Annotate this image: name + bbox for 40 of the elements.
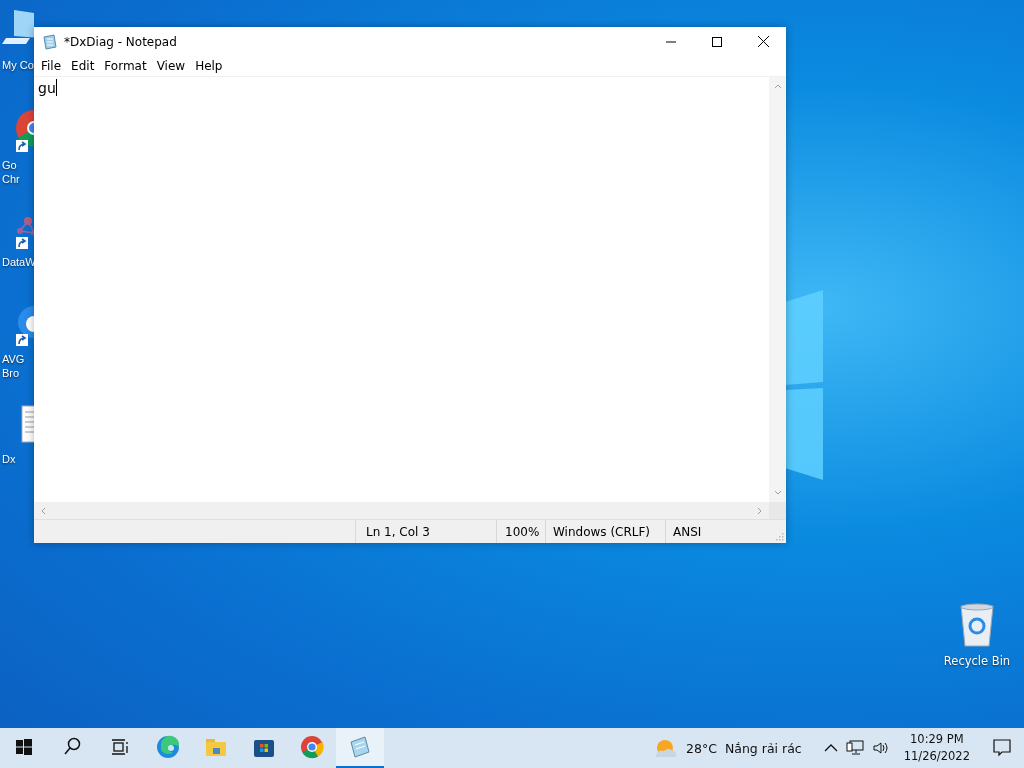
status-text: Windows (CRLF) xyxy=(546,520,666,543)
chevron-up-icon[interactable] xyxy=(823,743,838,753)
desktop-icon-label: DataW xyxy=(2,255,36,269)
notepad-button[interactable] xyxy=(336,728,384,768)
menu-item[interactable]: Help xyxy=(190,59,228,73)
menu-item[interactable]: Format xyxy=(99,59,152,73)
clock-time[interactable]: 10:29 PM xyxy=(910,731,964,748)
scroll-down-icon[interactable] xyxy=(773,490,782,496)
network-icon[interactable] xyxy=(845,740,864,756)
temperature-text[interactable]: 28°C xyxy=(686,740,717,756)
recycle-bin-icon[interactable] xyxy=(957,602,997,648)
weather-condition-text[interactable]: Nắng rải rác xyxy=(724,740,802,756)
scroll-up-icon[interactable] xyxy=(773,83,782,89)
chrome-icon xyxy=(299,734,325,760)
status-text: ANSI xyxy=(672,523,703,541)
vertical-scrollbar[interactable] xyxy=(769,77,786,502)
status-text: Ln 1, Col 3 xyxy=(356,520,497,543)
clock-date[interactable]: 11/26/2022 xyxy=(903,748,970,765)
horizontal-scrollbar[interactable] xyxy=(34,502,769,519)
notepad-icon xyxy=(347,734,373,760)
notification-icon[interactable] xyxy=(992,738,1012,758)
resize-grip-icon[interactable] xyxy=(774,531,784,541)
scroll-right-icon[interactable] xyxy=(757,506,763,515)
desktop-icon-label: Go Chr xyxy=(2,158,20,186)
window-title: *DxDiag - Notepad xyxy=(64,34,178,49)
maximize-icon xyxy=(712,36,722,47)
desktop-icon-label: My Co xyxy=(2,58,34,72)
text-area[interactable]: gu xyxy=(34,77,769,502)
desktop-icon-label: AVG Bro xyxy=(2,352,25,380)
desktop-icon-label: Recycle Bin xyxy=(943,654,1011,668)
scroll-left-icon[interactable] xyxy=(40,506,46,515)
status-text: 100% xyxy=(497,520,546,543)
close-icon xyxy=(757,36,769,47)
speaker-icon[interactable] xyxy=(871,740,890,756)
desktop-icon-label: Dx xyxy=(2,452,16,466)
edge-icon xyxy=(155,734,181,760)
notepad-icon xyxy=(42,33,58,50)
menu-item[interactable]: File xyxy=(36,59,67,73)
menu-item[interactable]: Edit xyxy=(66,59,100,73)
menu-item[interactable]: View xyxy=(151,59,191,73)
